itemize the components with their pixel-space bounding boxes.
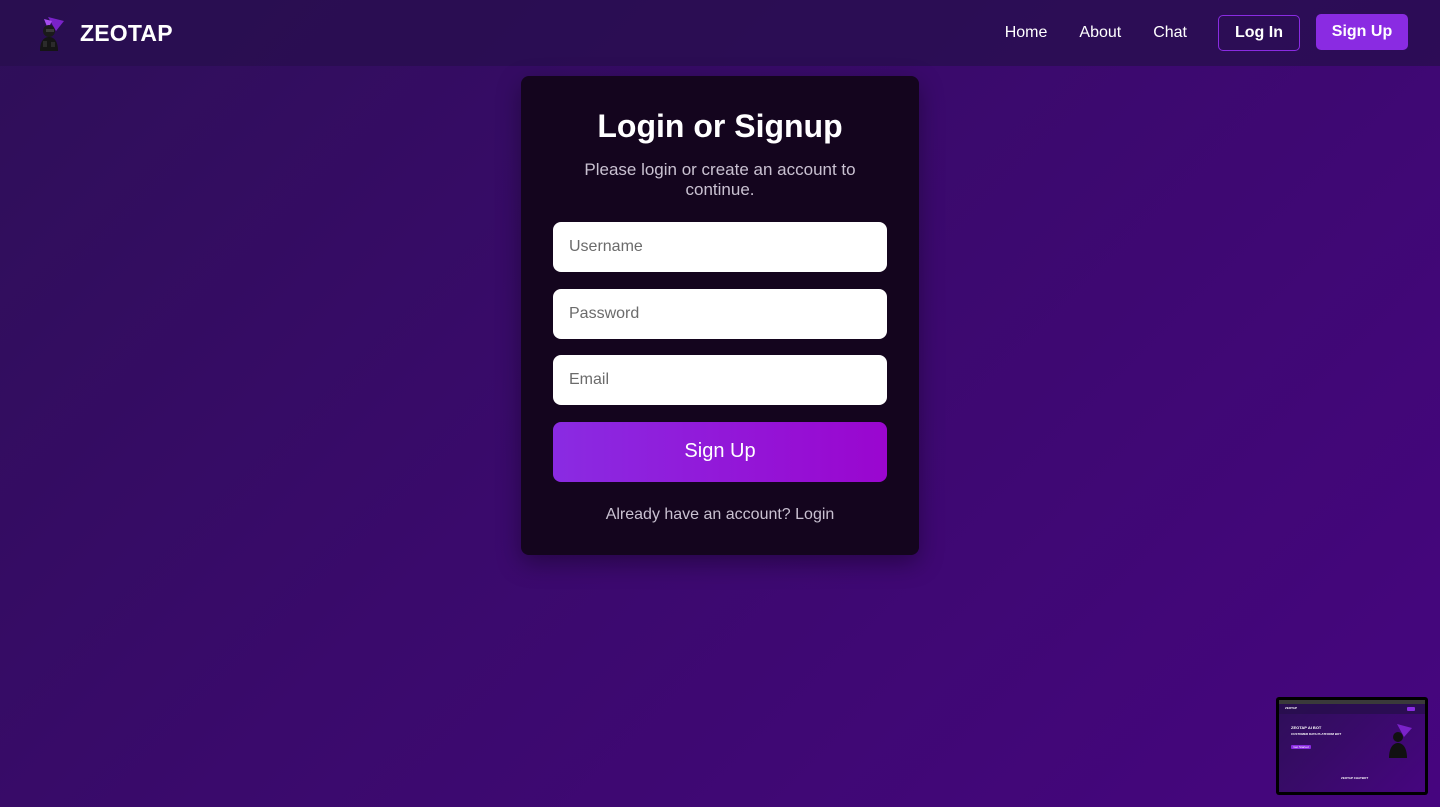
preview-content: ZEOTAP ZEOTAP AI BOT CUSTOMER DATA PLATF… bbox=[1279, 700, 1425, 792]
signup-submit-button[interactable]: Sign Up bbox=[553, 421, 887, 482]
preview-navbar bbox=[1279, 704, 1425, 714]
brand[interactable]: ZEOTAP bbox=[34, 15, 173, 51]
preview-footer: ZEOTAP CHATBOT bbox=[1341, 776, 1369, 780]
login-switch-link[interactable]: Already have an account? Login bbox=[553, 506, 887, 524]
preview-cta-button: Get Started bbox=[1291, 745, 1311, 749]
navbar: ZEOTAP Home About Chat Log In Sign Up bbox=[0, 0, 1440, 66]
auth-subtitle: Please login or create an account to con… bbox=[584, 160, 856, 199]
preview-robot-icon bbox=[1389, 724, 1412, 758]
email-input[interactable] bbox=[553, 355, 887, 405]
nav-link-chat[interactable]: Chat bbox=[1153, 24, 1187, 42]
page-preview-thumbnail[interactable]: ZEOTAP ZEOTAP AI BOT CUSTOMER DATA PLATF… bbox=[1276, 697, 1428, 795]
brand-name: ZEOTAP bbox=[80, 19, 173, 46]
login-button[interactable]: Log In bbox=[1218, 15, 1300, 51]
auth-card: Login or Signup Please login or create a… bbox=[521, 76, 919, 555]
preview-subheading: CUSTOMER DATA PLATFORM BOT bbox=[1291, 732, 1342, 736]
nav-menu: Home About Chat Log In Sign Up bbox=[1005, 14, 1408, 51]
preview-brand: ZEOTAP bbox=[1285, 706, 1297, 710]
auth-title: Login or Signup bbox=[597, 108, 843, 144]
preview-heading: ZEOTAP AI BOT bbox=[1291, 725, 1322, 730]
preview-nav-button bbox=[1407, 707, 1415, 711]
nav-link-about[interactable]: About bbox=[1079, 24, 1121, 42]
signup-nav-button[interactable]: Sign Up bbox=[1316, 14, 1408, 50]
nav-link-home[interactable]: Home bbox=[1005, 24, 1048, 42]
username-input[interactable] bbox=[553, 222, 887, 272]
password-input[interactable] bbox=[553, 288, 887, 339]
robot-logo-icon bbox=[40, 17, 64, 51]
